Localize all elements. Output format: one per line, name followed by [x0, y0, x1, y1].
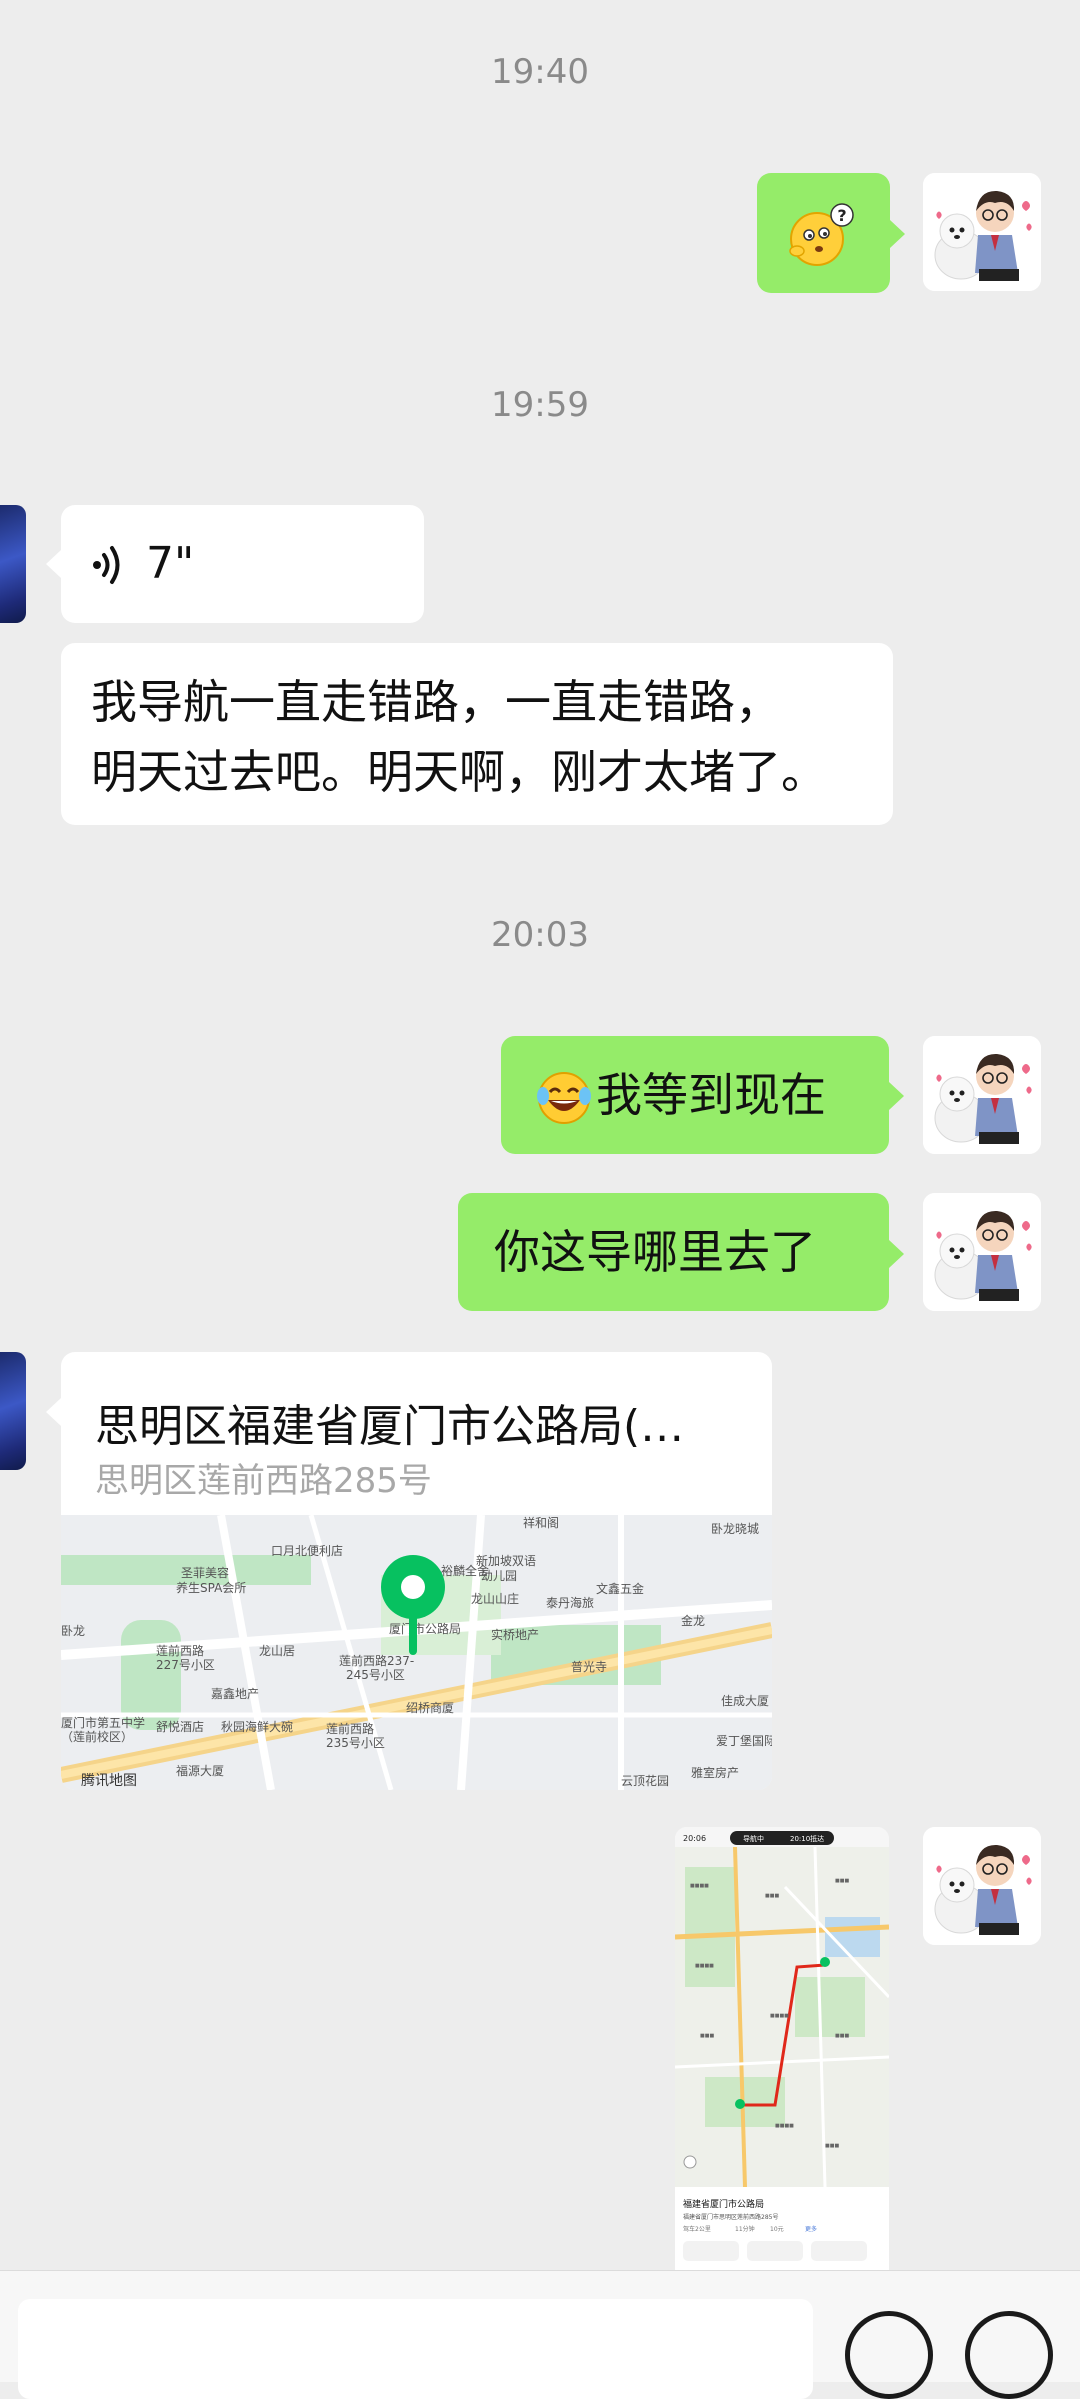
svg-text:227号小区: 227号小区	[156, 1658, 215, 1672]
my-avatar[interactable]	[923, 1036, 1041, 1154]
svg-text:莲前西路: 莲前西路	[156, 1643, 204, 1658]
svg-text:裕麟全舍: 裕麟全舍	[441, 1563, 489, 1578]
voice-duration: 7"	[146, 538, 195, 589]
svg-text:10元: 10元	[770, 2226, 784, 2233]
voice-wave-icon	[93, 546, 120, 584]
message-text: 我等到现在	[596, 1068, 826, 1122]
svg-text:龙山山庄: 龙山山庄	[471, 1591, 519, 1606]
svg-text:祥和阁: 祥和阁	[523, 1516, 559, 1530]
svg-text:爱丁堡国际: 爱丁堡国际	[716, 1733, 772, 1748]
svg-text:?: ?	[837, 206, 846, 225]
svg-text:圣菲美容: 圣菲美容	[181, 1565, 229, 1580]
message-input[interactable]	[18, 2299, 813, 2399]
svg-text:卧龙晓城: 卧龙晓城	[711, 1522, 759, 1536]
svg-text:金龙: 金龙	[681, 1613, 705, 1628]
svg-text:泰丹海旅: 泰丹海旅	[546, 1595, 594, 1610]
svg-text:245号小区: 245号小区	[346, 1668, 405, 1682]
svg-text:舒悦酒店: 舒悦酒店	[156, 1720, 204, 1734]
svg-text:口月北便利店: 口月北便利店	[271, 1544, 343, 1558]
text-message[interactable]: 我导航一直走错路，一直走错路， 明天过去吧。明天啊，刚才太堵了。	[61, 643, 893, 825]
svg-text:11分钟: 11分钟	[735, 2225, 755, 2233]
chat-input-bar	[0, 2270, 1080, 2399]
my-text-bubble[interactable]: 我等到现在	[501, 1036, 889, 1154]
location-address: 思明区莲前西路285号	[95, 1461, 432, 1501]
my-avatar[interactable]	[923, 173, 1041, 291]
svg-text:（莲前校区）: （莲前校区）	[61, 1729, 133, 1744]
svg-text:■■■: ■■■	[825, 2143, 839, 2149]
svg-text:福建省厦门市公路局: 福建省厦门市公路局	[683, 2198, 764, 2210]
svg-text:厦门市公路局: 厦门市公路局	[389, 1621, 461, 1636]
svg-text:20:10抵达: 20:10抵达	[790, 1834, 824, 1843]
confused-face-emoji: ?	[789, 203, 854, 266]
timestamp: 19:40	[491, 52, 589, 92]
map-brand: 腾讯地图	[81, 1772, 137, 1789]
svg-text:福源大厦: 福源大厦	[176, 1763, 224, 1778]
svg-text:■■■■: ■■■■	[770, 2013, 789, 2019]
svg-text:导航中: 导航中	[743, 1834, 764, 1843]
message-line: 明天过去吧。明天啊，刚才太堵了。	[91, 745, 827, 799]
other-avatar[interactable]	[0, 1352, 26, 1470]
my-avatar[interactable]	[923, 1193, 1041, 1311]
my-text-bubble[interactable]: 你这导哪里去了	[458, 1193, 889, 1311]
svg-text:文鑫五金: 文鑫五金	[596, 1581, 644, 1596]
svg-text:绍桥商厦: 绍桥商厦	[406, 1700, 454, 1715]
svg-text:秋园海鲜大碗: 秋园海鲜大碗	[221, 1719, 293, 1734]
more-button[interactable]	[965, 2311, 1053, 2399]
svg-text:■■■: ■■■	[835, 1878, 849, 1884]
voice-message[interactable]: 7"	[61, 505, 424, 623]
svg-text:龙山居: 龙山居	[259, 1644, 295, 1658]
svg-text:20:06: 20:06	[683, 1834, 706, 1843]
my-avatar[interactable]	[923, 1827, 1041, 1945]
svg-text:■■■: ■■■	[835, 2033, 849, 2039]
svg-text:驾车2公里: 驾车2公里	[683, 2225, 711, 2233]
svg-text:云顶花园: 云顶花园	[621, 1773, 669, 1788]
svg-text:卧龙: 卧龙	[61, 1624, 85, 1638]
timestamp: 20:03	[491, 915, 589, 955]
tears-of-joy-emoji	[537, 1072, 591, 1124]
svg-text:■■■: ■■■	[700, 2033, 714, 2039]
svg-text:厦门市第五中学: 厦门市第五中学	[61, 1715, 145, 1730]
svg-text:雅室房产: 雅室房产	[691, 1765, 739, 1780]
svg-text:普光寺: 普光寺	[571, 1660, 607, 1674]
svg-text:■■■■: ■■■■	[775, 2123, 794, 2129]
other-avatar[interactable]	[0, 505, 26, 623]
svg-text:■■■■: ■■■■	[690, 1883, 709, 1889]
svg-text:莲前西路: 莲前西路	[326, 1721, 374, 1736]
navigation-screenshot[interactable]: 20:06 导航中 20:10抵达 ■■■■ ■■■ ■■■ ■■■■ ■■■■ ■■■…	[675, 1827, 889, 2270]
svg-text:更多: 更多	[805, 2225, 817, 2233]
timestamp: 19:59	[491, 385, 589, 425]
location-title: 思明区福建省厦门市公路局(…	[95, 1401, 685, 1452]
svg-text:莲前西路237-: 莲前西路237-	[339, 1653, 414, 1668]
svg-text:佳成大厦: 佳成大厦	[721, 1694, 769, 1708]
emoji-button[interactable]	[845, 2311, 933, 2399]
svg-text:■■■: ■■■	[765, 1893, 779, 1899]
message-text: 你这导哪里去了	[494, 1225, 816, 1279]
message-line: 我导航一直走错路，一直走错路，	[91, 675, 781, 729]
svg-text:实桥地产: 实桥地产	[491, 1627, 539, 1642]
svg-text:■■■■: ■■■■	[695, 1963, 714, 1969]
svg-text:235号小区: 235号小区	[326, 1736, 385, 1750]
svg-text:嘉鑫地产: 嘉鑫地产	[211, 1686, 259, 1701]
svg-text:养生SPA会所: 养生SPA会所	[176, 1580, 246, 1595]
location-card[interactable]: 思明区福建省厦门市公路局(… 思明区莲前西路285号 祥和阁 卧龙晓城 口月北便…	[61, 1352, 772, 1790]
location-map[interactable]: 祥和阁 卧龙晓城 口月北便利店 新加坡双语 幼儿园 圣菲美容 养生SPA会所 龙…	[61, 1515, 772, 1790]
my-sticker-bubble[interactable]: ?	[757, 173, 890, 293]
svg-text:福建省厦门市思明区莲前西路285号: 福建省厦门市思明区莲前西路285号	[683, 2213, 778, 2221]
